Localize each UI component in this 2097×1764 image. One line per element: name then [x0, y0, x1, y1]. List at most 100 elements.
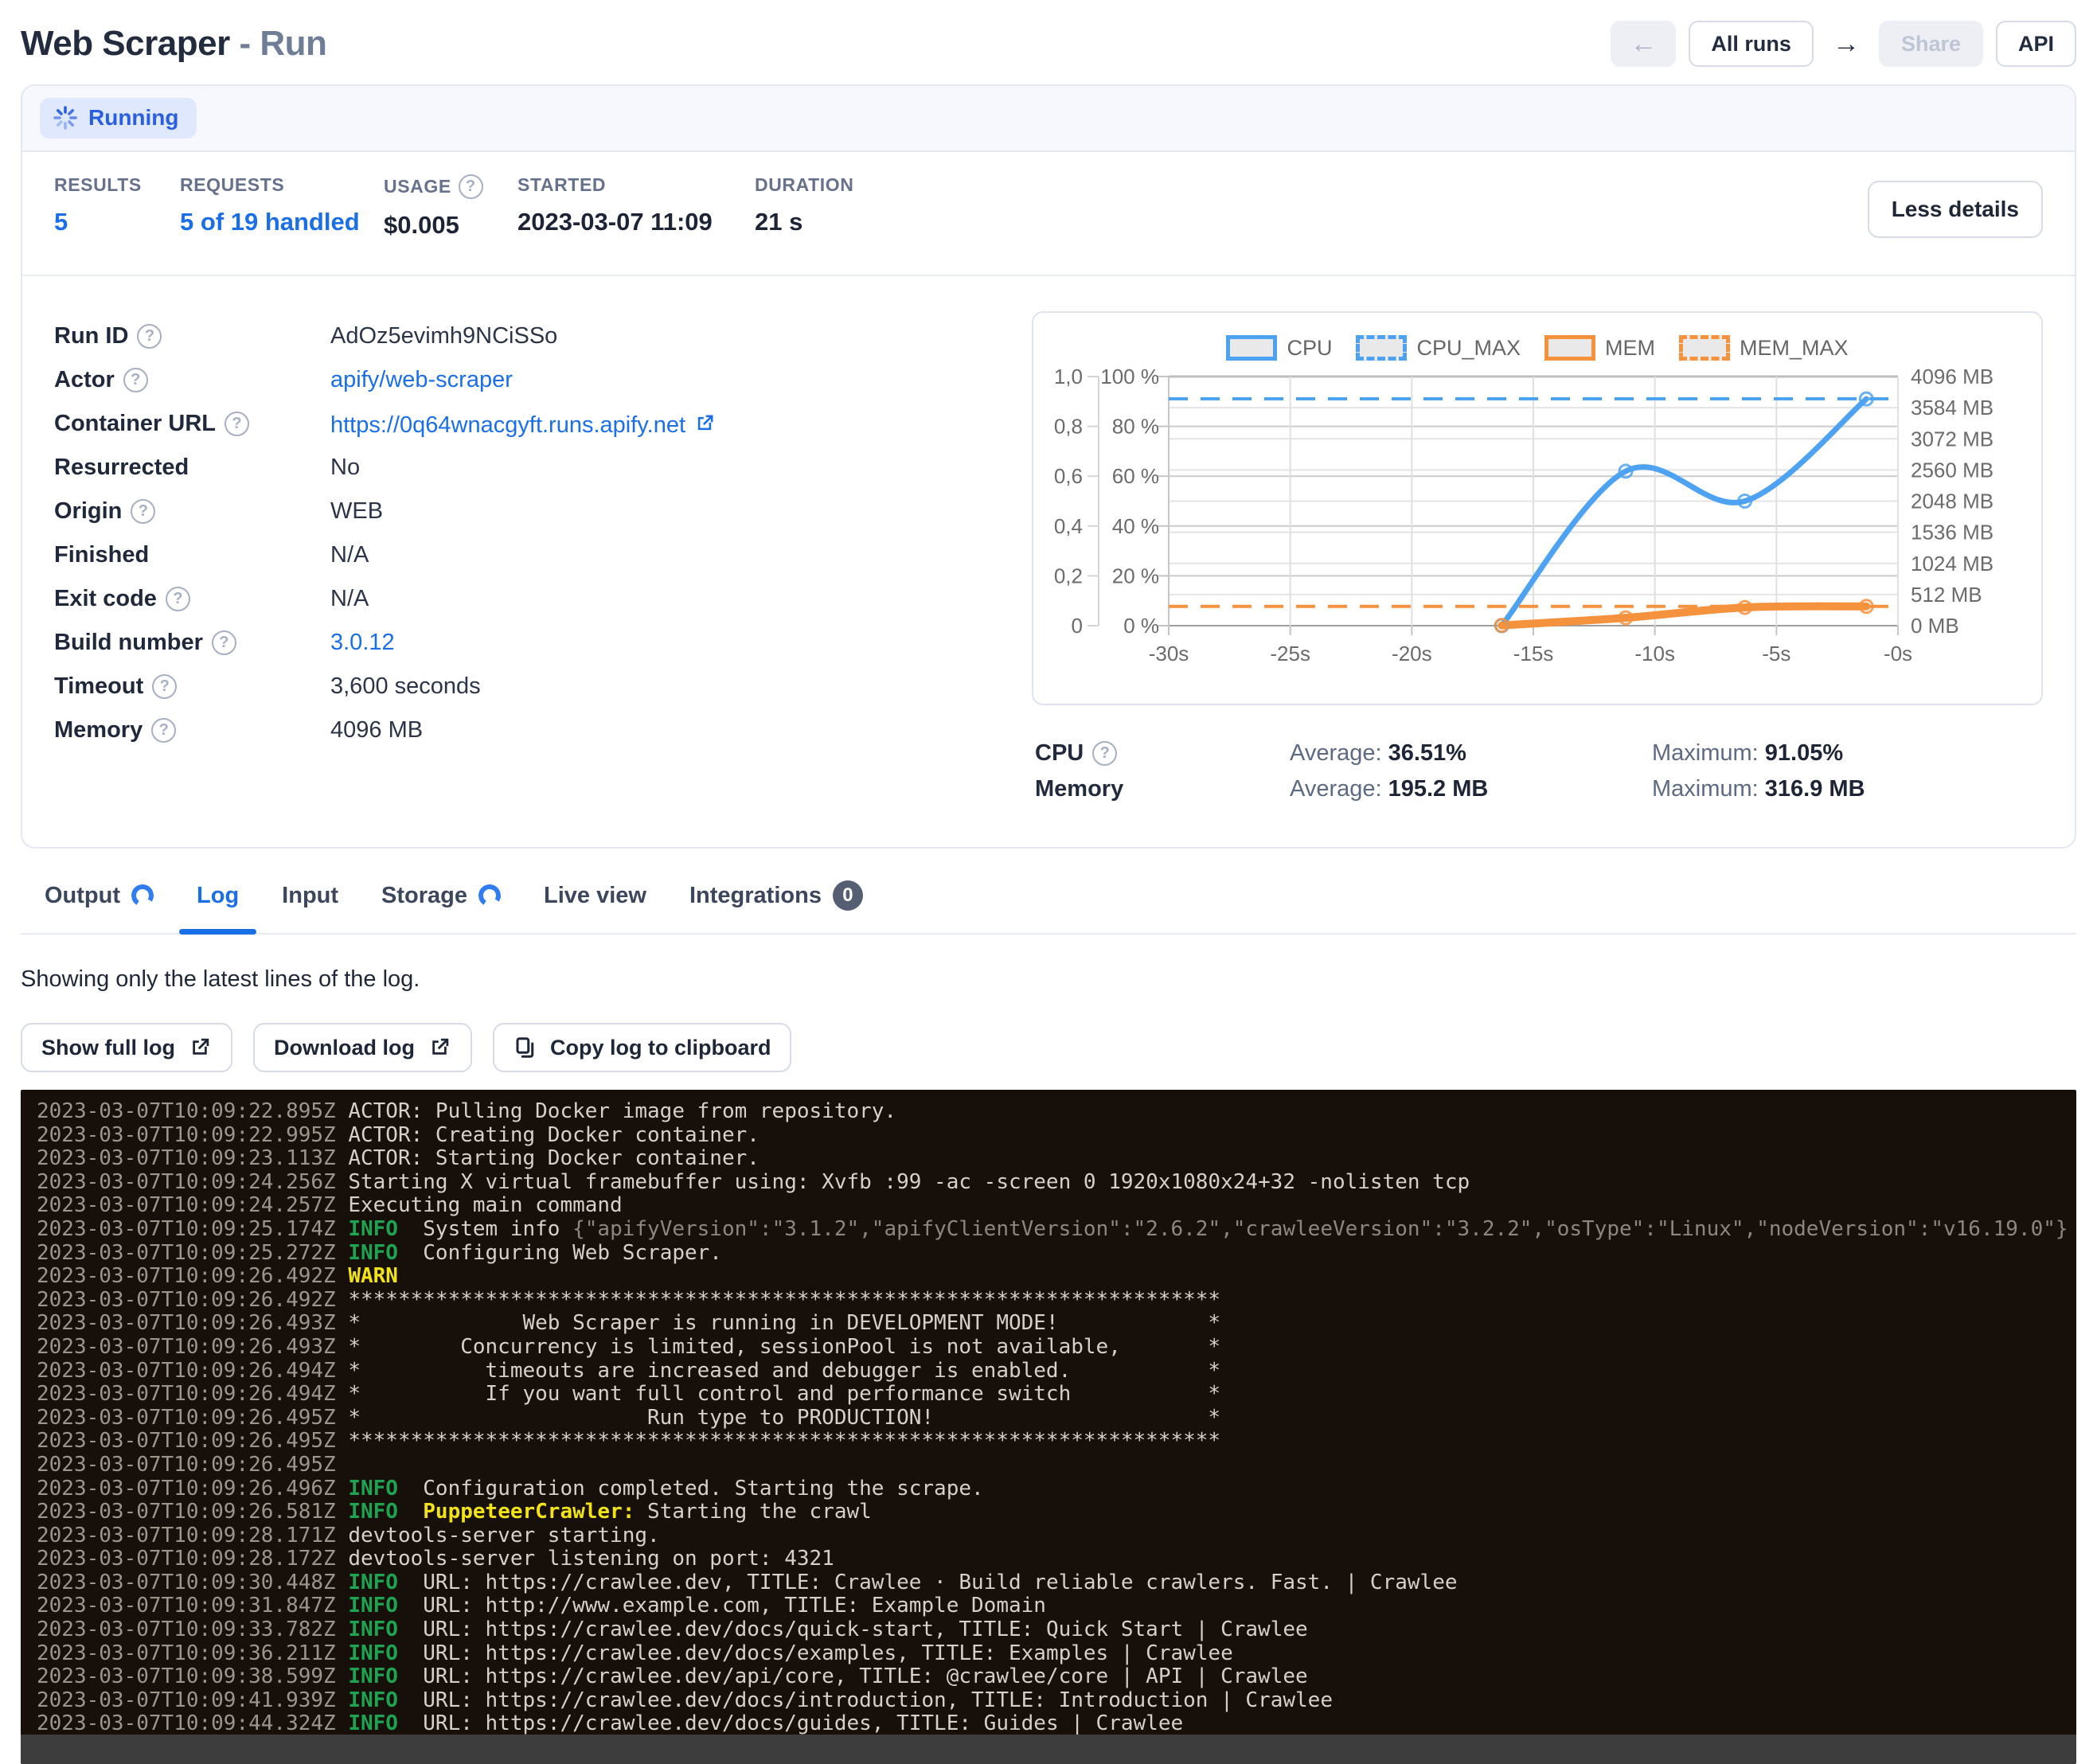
tab-live-view[interactable]: Live view: [544, 876, 646, 933]
detail-label: Origin?: [54, 498, 330, 525]
svg-text:-25s: -25s: [1270, 642, 1310, 665]
usage-maximum: Maximum: 316.9 MB: [1652, 776, 2043, 802]
detail-row-origin: Origin?WEB: [54, 490, 1000, 533]
spinner-icon: [476, 882, 502, 908]
page-title: Web Scraper - Run: [21, 24, 326, 64]
stat-requests: REQUESTS 5 of 19 handled: [180, 174, 384, 240]
next-run-button[interactable]: →: [1826, 21, 1866, 67]
stat-label: DURATION: [755, 174, 853, 196]
log-line: 2023-03-07T10:09:28.172Z devtools-server…: [37, 1547, 2076, 1571]
previous-run-button[interactable]: ←: [1611, 21, 1676, 67]
detail-value: 3,600 seconds: [330, 673, 1000, 700]
legend-swatch: [1679, 335, 1730, 361]
svg-text:0,8: 0,8: [1054, 415, 1083, 439]
svg-text:1024 MB: 1024 MB: [1911, 552, 1994, 576]
help-icon[interactable]: ?: [225, 412, 249, 436]
tab-count-badge: 0: [833, 880, 863, 911]
svg-text:100 %: 100 %: [1100, 365, 1159, 388]
arrow-left-icon: ←: [1630, 30, 1657, 57]
log-line: 2023-03-07T10:09:22.995Z ACTOR: Creating…: [37, 1124, 2076, 1148]
svg-text:0,2: 0,2: [1054, 564, 1083, 587]
actor-name: Web Scraper: [21, 24, 230, 63]
log-line: 2023-03-07T10:09:26.494Z * If you want f…: [37, 1383, 2076, 1407]
log-line: 2023-03-07T10:09:38.599Z INFO URL: https…: [37, 1665, 2076, 1689]
help-icon[interactable]: ?: [151, 718, 176, 743]
page-header: Web Scraper - Run ← All runs → Share API: [21, 0, 2076, 67]
log-line: 2023-03-07T10:09:26.494Z * timeouts are …: [37, 1360, 2076, 1383]
stat-label: REQUESTS: [180, 174, 384, 196]
tab-label: Storage: [381, 883, 467, 909]
run-details-list: Run ID?AdOz5evimh9NCiSSoActor?apify/web-…: [54, 311, 1000, 807]
log-line: 2023-03-07T10:09:31.847Z INFO URL: http:…: [37, 1594, 2076, 1618]
log-line: 2023-03-07T10:09:25.272Z INFO Configurin…: [37, 1242, 2076, 1266]
detail-row-build-number: Build number?3.0.12: [54, 621, 1000, 665]
detail-label: Build number?: [54, 630, 330, 656]
console-scrollbar[interactable]: [21, 1735, 2076, 1764]
tab-output[interactable]: Output: [45, 876, 154, 933]
svg-text:-0s: -0s: [1884, 642, 1912, 665]
run-summary-card: Running RESULTS 5REQUESTS 5 of 19 handledU…: [21, 84, 2076, 849]
legend-label: CPU_MAX: [1416, 336, 1521, 361]
status-label: Running: [88, 105, 179, 131]
svg-text:-30s: -30s: [1149, 642, 1189, 665]
help-icon[interactable]: ?: [131, 499, 155, 524]
tab-log[interactable]: Log: [197, 876, 239, 933]
download-log-button[interactable]: Download log: [253, 1023, 472, 1072]
log-toolbar: Show full log Download log Copy log to c…: [21, 1023, 2076, 1072]
detail-value[interactable]: apify/web-scraper: [330, 367, 1000, 393]
log-line: 2023-03-07T10:09:24.257Z Executing main …: [37, 1194, 2076, 1218]
detail-value[interactable]: 3.0.12: [330, 630, 1000, 656]
tab-integrations[interactable]: Integrations0: [689, 876, 863, 933]
legend-label: CPU: [1287, 336, 1332, 361]
stat-duration: DURATION21 s: [755, 174, 853, 240]
usage-chart: 4096 MB3584 MB3072 MB2560 MB2048 MB1536 …: [1043, 364, 2032, 682]
log-line: 2023-03-07T10:09:26.493Z * Concurrency i…: [37, 1336, 2076, 1360]
help-icon[interactable]: ?: [123, 368, 148, 392]
detail-value[interactable]: https://0q64wnacgyft.runs.apify.net: [330, 410, 1000, 439]
legend-label: MEM_MAX: [1740, 336, 1849, 361]
help-icon[interactable]: ?: [1092, 741, 1117, 766]
copy-icon: [514, 1036, 537, 1060]
detail-label: Finished: [54, 542, 330, 568]
all-runs-button[interactable]: All runs: [1689, 21, 1814, 67]
copy-log-button[interactable]: Copy log to clipboard: [493, 1023, 792, 1072]
log-line: 2023-03-07T10:09:22.895Z ACTOR: Pulling …: [37, 1100, 2076, 1124]
stat-value: $0.005: [384, 211, 517, 240]
log-line: 2023-03-07T10:09:24.256Z Starting X virt…: [37, 1171, 2076, 1195]
stat-label: RESULTS: [54, 174, 180, 196]
stat-value: 2023-03-07 11:09: [517, 208, 755, 236]
detail-row-timeout: Timeout?3,600 seconds: [54, 665, 1000, 708]
help-icon[interactable]: ?: [152, 674, 177, 699]
tab-input[interactable]: Input: [282, 876, 338, 933]
external-link-icon: [428, 1036, 451, 1060]
api-button[interactable]: API: [1996, 21, 2076, 67]
help-icon[interactable]: ?: [459, 174, 483, 199]
maximum-label: Maximum:: [1652, 776, 1759, 802]
share-button[interactable]: Share: [1879, 21, 1983, 67]
help-icon[interactable]: ?: [166, 587, 190, 611]
show-full-log-button[interactable]: Show full log: [21, 1023, 232, 1072]
usage-average: Average: 36.51%: [1290, 740, 1652, 767]
tab-label: Live view: [544, 883, 646, 909]
log-line: 2023-03-07T10:09:33.782Z INFO URL: https…: [37, 1618, 2076, 1642]
maximum-value: 316.9 MB: [1765, 776, 1865, 802]
less-details-button[interactable]: Less details: [1868, 181, 2043, 238]
log-line: 2023-03-07T10:09:26.495Z ***************…: [37, 1430, 2076, 1454]
legend-swatch: [1226, 335, 1277, 361]
stat-label: USAGE?: [384, 174, 517, 199]
log-console[interactable]: 2023-03-07T10:09:22.895Z ACTOR: Pulling …: [21, 1090, 2076, 1764]
maximum-value: 91.05%: [1765, 740, 1843, 766]
stat-value[interactable]: 5: [54, 208, 180, 236]
help-icon[interactable]: ?: [212, 630, 236, 655]
usage-stats: CPU?Average: 36.51%Maximum: 91.05%Memory…: [1032, 736, 2043, 807]
log-line: 2023-03-07T10:09:41.939Z INFO URL: https…: [37, 1689, 2076, 1713]
detail-value: WEB: [330, 498, 1000, 525]
svg-text:0 MB: 0 MB: [1911, 614, 1959, 638]
stat-value[interactable]: 5 of 19 handled: [180, 208, 384, 236]
log-lines: 2023-03-07T10:09:22.895Z ACTOR: Pulling …: [21, 1090, 2076, 1736]
svg-text:4096 MB: 4096 MB: [1911, 365, 1994, 388]
run-detail-page: Web Scraper - Run ← All runs → Share API: [0, 0, 2097, 1764]
tab-storage[interactable]: Storage: [381, 876, 501, 933]
help-icon[interactable]: ?: [137, 324, 162, 349]
svg-text:-5s: -5s: [1762, 642, 1790, 665]
